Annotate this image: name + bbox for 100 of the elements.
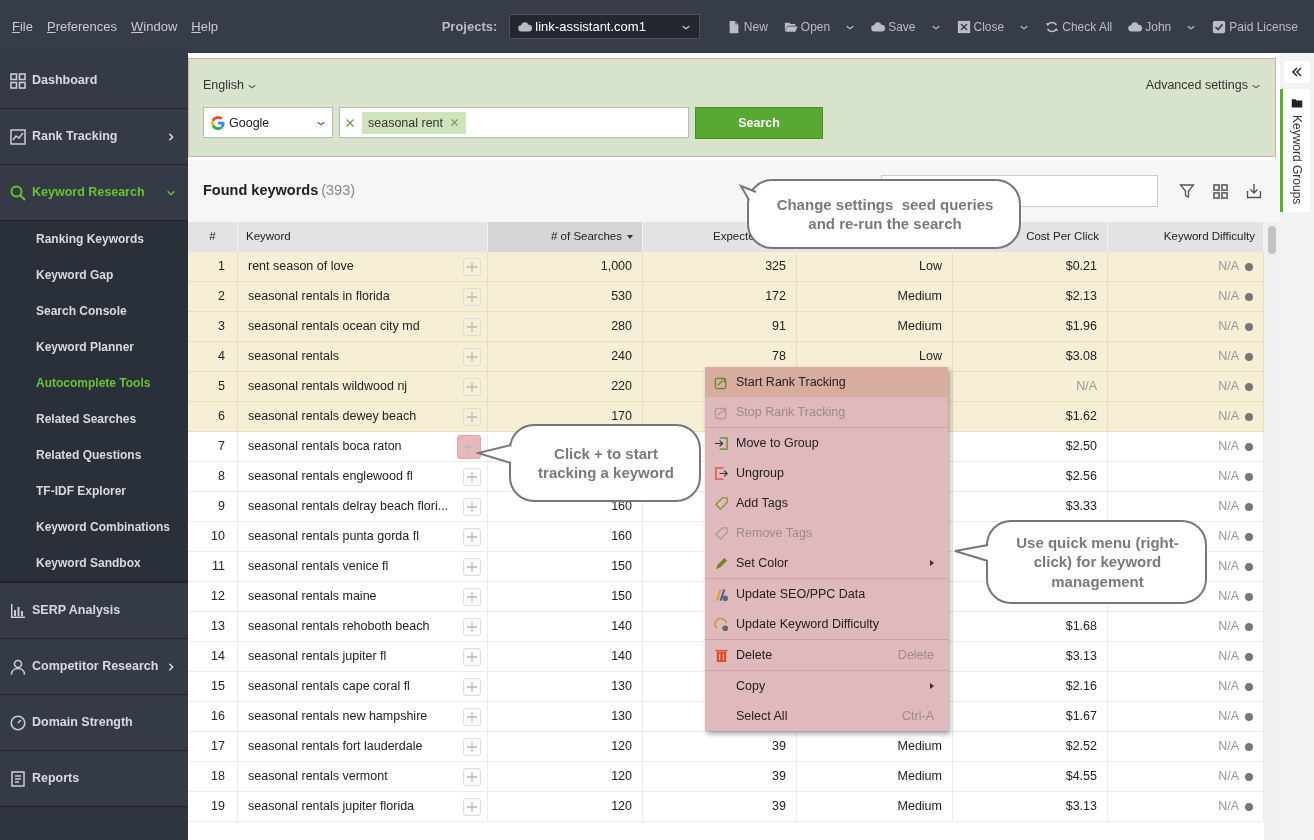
table-cell-text: N/A [1218, 648, 1239, 666]
table-cell: 10 [188, 522, 238, 551]
table-cell: 15 [188, 672, 238, 701]
table-cell: $2.16 [953, 672, 1108, 701]
menu-label: Ungroup [736, 464, 784, 482]
table-cell-text: N/A [1218, 528, 1239, 546]
table-cell: 13 [188, 612, 238, 641]
menu-label: Update SEO/PPC Data [736, 585, 866, 603]
shortcut-label: Delete [897, 646, 934, 664]
table-cell: 11 [188, 552, 238, 581]
table-cell-text: seasonal rentals venice fl [248, 558, 389, 576]
table-cell: $2.13 [953, 282, 1108, 311]
table-cell: 91 [643, 312, 797, 341]
result-count: (393) [321, 181, 356, 201]
table-cell-text: seasonal rentals boca raton [248, 438, 402, 456]
table-cell: 160 [488, 522, 643, 551]
table-cell-text: N/A [1218, 378, 1239, 396]
table-cell: 14 [188, 642, 238, 671]
table-cell: $3.13 [953, 792, 1108, 821]
menu-label: Update Keyword Difficulty [736, 615, 879, 633]
shortcut-label: Ctrl-A [902, 707, 934, 725]
table-cell: $1.67 [953, 702, 1108, 731]
table-cell: 120 [488, 762, 643, 791]
table-cell: 12 [188, 582, 238, 611]
table-cell: 3 [188, 312, 238, 341]
table-cell: $1.62 [953, 402, 1108, 431]
table-cell: Medium [797, 762, 953, 791]
table-cell: 18 [188, 762, 238, 791]
table-cell: 150 [488, 552, 643, 581]
table-cell-text: N/A [1218, 678, 1239, 696]
menu-label: Start Rank Tracking [736, 373, 846, 391]
table-cell: 2 [188, 282, 238, 311]
menu-label: Select All [736, 707, 788, 725]
table-cell-text: seasonal rentals [248, 348, 340, 366]
callout-tooltip: Use quick menu (right-click) for keyword management [953, 519, 1208, 605]
table-cell: 7 [188, 432, 238, 461]
table-cell-text: seasonal rentals ocean city md [248, 318, 420, 336]
table-cell-text: seasonal rentals dewey beach [248, 408, 417, 426]
table-cell-text: seasonal rentals cape coral fl [248, 678, 410, 696]
table-cell-text: seasonal rentals jupiter fl [248, 648, 387, 666]
table-cell: 240 [488, 342, 643, 371]
table-cell-text: N/A [1218, 588, 1239, 606]
table-cell: N/A [953, 372, 1108, 401]
table-cell: 172 [643, 282, 797, 311]
table-cell: 17 [188, 732, 238, 761]
table-cell: Medium [797, 282, 953, 311]
table-cell: 9 [188, 492, 238, 521]
table-cell-text: N/A [1218, 498, 1239, 516]
table-cell: 39 [643, 762, 797, 791]
table-cell-text: seasonal rentals wildwood nj [248, 378, 408, 396]
table-cell: $4.55 [953, 762, 1108, 791]
table-cell: 1 [188, 252, 238, 281]
table-cell: 39 [643, 732, 797, 761]
table-cell: $2.52 [953, 732, 1108, 761]
table-cell: 39 [643, 792, 797, 821]
table-cell-text: seasonal rentals jupiter florida [248, 798, 415, 816]
table-cell: 530 [488, 282, 643, 311]
menu-label: Remove Tags [736, 524, 813, 542]
table-cell: 150 [488, 582, 643, 611]
table-cell-text: N/A [1218, 348, 1239, 366]
table-cell: 140 [488, 612, 643, 641]
table-cell: 1,000 [488, 252, 643, 281]
table-cell-text: N/A [1218, 708, 1239, 726]
table-cell-text: seasonal rentals punta gorda fl [248, 528, 419, 546]
table-cell: 130 [488, 702, 643, 731]
table-cell-text: N/A [1218, 468, 1239, 486]
table-cell: 8 [188, 462, 238, 491]
table-cell-text: N/A [1218, 768, 1239, 786]
table-cell-text: N/A [1218, 408, 1239, 426]
table-cell: $2.50 [953, 432, 1108, 461]
section-title: Found keywords [203, 181, 319, 201]
table-cell-text: N/A [1218, 288, 1239, 306]
table-cell: $1.96 [953, 312, 1108, 341]
table-cell: 120 [488, 792, 643, 821]
table-cell: 4 [188, 342, 238, 371]
table-cell-text: seasonal rentals vermont [248, 768, 388, 786]
table-cell-text: N/A [1218, 618, 1239, 636]
table-cell: 5 [188, 372, 238, 401]
table-cell: Medium [797, 312, 953, 341]
table-cell: Medium [797, 732, 953, 761]
menu-label: Copy [736, 677, 766, 695]
table-cell-text: N/A [1218, 318, 1239, 336]
table-cell: Medium [797, 792, 953, 821]
table-cell-text: seasonal rentals new hampshire [248, 708, 428, 726]
project-name: link-assistant.com1 [535, 17, 646, 36]
table-cell-text: N/A [1218, 258, 1239, 276]
table-cell-text: seasonal rentals in florida [248, 288, 390, 306]
table-cell-text: seasonal rentals delray beach flori... [248, 498, 449, 516]
table-cell-text: seasonal rentals fort lauderdale [248, 738, 423, 756]
table-cell-text: N/A [1218, 738, 1239, 756]
menu-label: Add Tags [736, 494, 788, 512]
table-cell-text: N/A [1218, 558, 1239, 576]
table-cell: Low [797, 252, 953, 281]
menu-label: Set Color [736, 554, 789, 572]
table-cell: 6 [188, 402, 238, 431]
table-cell: 120 [488, 732, 643, 761]
table-cell: 220 [488, 372, 643, 401]
table-cell-text: seasonal rentals englewood fl [248, 468, 413, 486]
table-cell-text: N/A [1218, 438, 1239, 456]
menu-label: Stop Rank Tracking [736, 403, 846, 421]
